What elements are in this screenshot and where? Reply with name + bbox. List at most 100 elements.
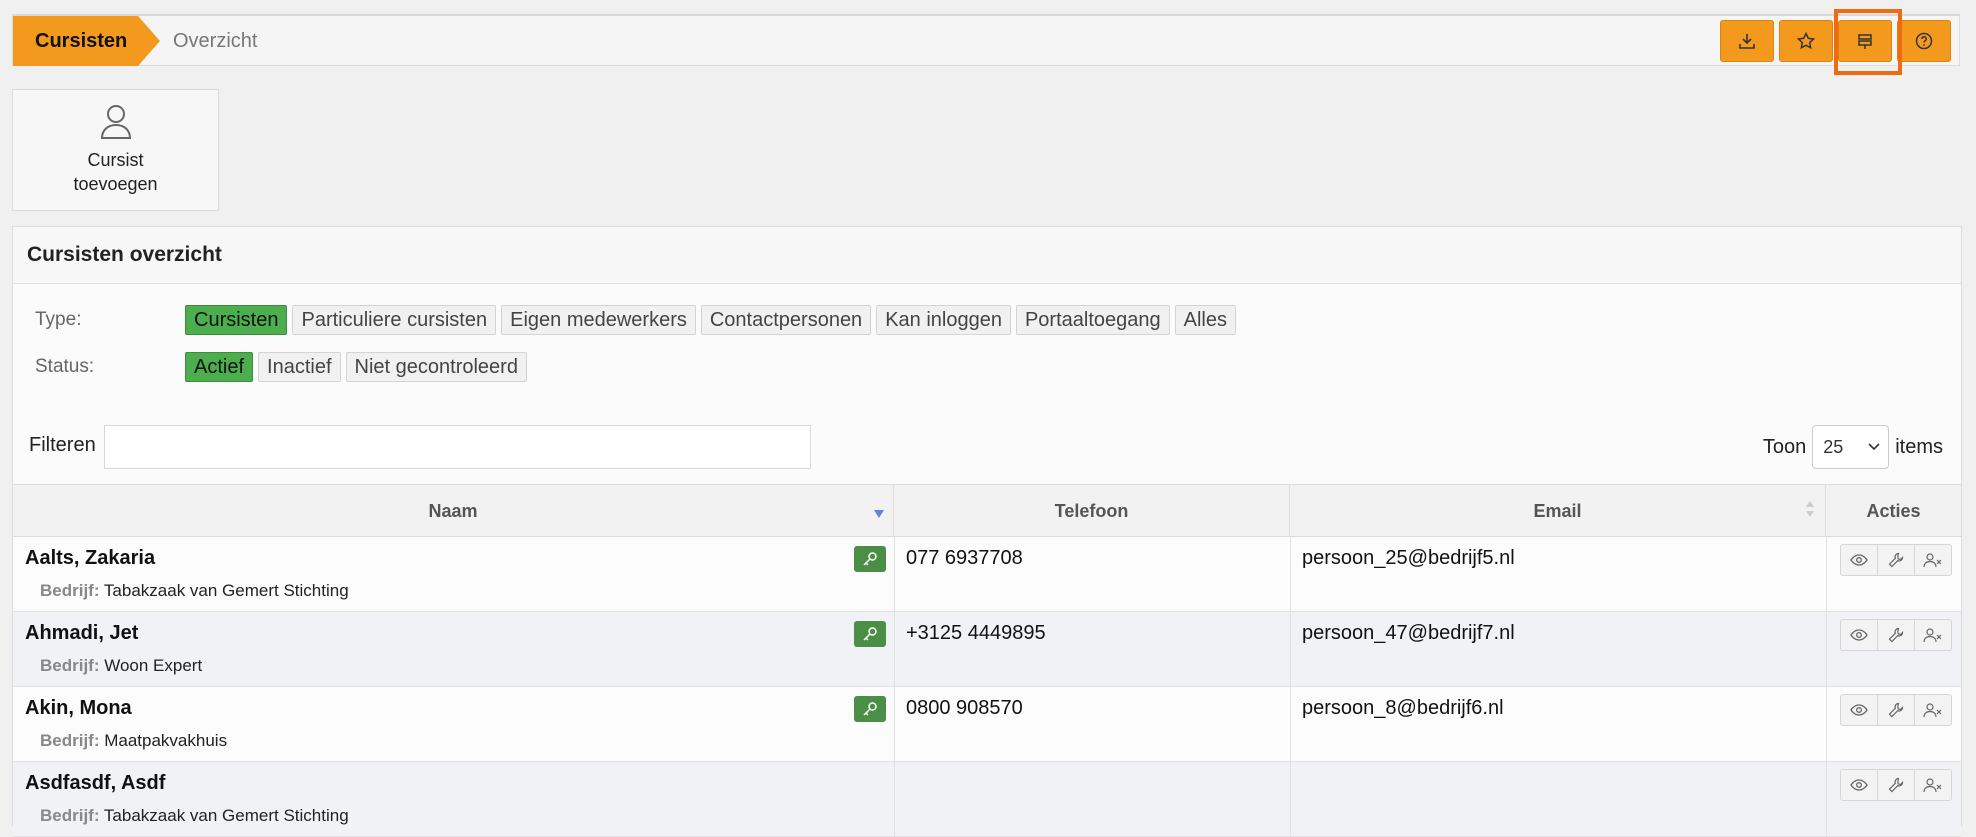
login-key-button[interactable] xyxy=(854,546,886,572)
row-actions xyxy=(1840,619,1952,651)
table-header: Naam Telefoon Email Acties xyxy=(13,484,1961,537)
column-header-telefoon[interactable]: Telefoon xyxy=(894,485,1290,537)
deactivate-button[interactable] xyxy=(1915,545,1951,575)
row-email: persoon_25@bedrijf5.nl xyxy=(1302,547,1515,569)
user-remove-icon xyxy=(1923,628,1942,643)
eye-icon xyxy=(1850,704,1868,716)
row-name[interactable]: Ahmadi, Jet xyxy=(25,622,138,645)
key-icon xyxy=(863,627,877,641)
column-header-naam[interactable]: Naam xyxy=(13,485,894,537)
table-row: Asdfasdf, Asdf Bedrijf: Tabakzaak van Ge… xyxy=(13,762,1961,837)
add-cursist-button[interactable]: Cursist toevoegen xyxy=(12,89,219,211)
eye-icon xyxy=(1850,554,1868,566)
page-size-control: Toon 25 items xyxy=(1763,425,1943,469)
sort-both-icon xyxy=(1806,501,1814,517)
view-button[interactable] xyxy=(1841,770,1878,800)
company-key: Bedrijf: xyxy=(40,581,100,600)
eye-icon xyxy=(1850,629,1868,641)
wrench-icon xyxy=(1888,777,1904,793)
breadcrumb-cursisten[interactable]: Cursisten xyxy=(13,16,138,66)
favorite-button[interactable] xyxy=(1779,20,1833,62)
row-phone: +3125 4449895 xyxy=(906,622,1046,644)
cell-divider xyxy=(894,687,895,761)
top-bar: Cursisten Overzicht xyxy=(12,14,1960,66)
cell-divider xyxy=(894,537,895,611)
row-name[interactable]: Asdfasdf, Asdf xyxy=(25,772,165,795)
status-label: Status: xyxy=(35,356,95,377)
status-filter-row: Status: Actief Inactief Niet gecontrolee… xyxy=(35,352,532,382)
row-phone: 077 6937708 xyxy=(906,547,1023,569)
wrench-icon xyxy=(1888,627,1904,643)
status-chip-actief[interactable]: Actief xyxy=(185,352,254,382)
help-button[interactable] xyxy=(1897,20,1951,62)
edit-button[interactable] xyxy=(1878,770,1915,800)
status-chip-niet-gecontroleerd[interactable]: Niet gecontroleerd xyxy=(345,352,527,382)
download-button[interactable] xyxy=(1720,20,1774,62)
page-size-select[interactable]: 25 xyxy=(1812,425,1890,469)
row-name[interactable]: Akin, Mona xyxy=(25,697,132,720)
breadcrumb-main-label: Cursisten xyxy=(35,29,128,52)
login-key-button[interactable] xyxy=(854,621,886,647)
star-icon xyxy=(1796,31,1816,50)
company-key: Bedrijf: xyxy=(40,806,100,825)
company-key: Bedrijf: xyxy=(40,731,100,750)
user-remove-icon xyxy=(1923,553,1942,568)
company-value: Maatpakvakhuis xyxy=(104,731,228,750)
cell-divider xyxy=(1826,762,1827,836)
panel-title: Cursisten overzicht xyxy=(13,227,1961,284)
download-icon xyxy=(1739,34,1755,49)
add-cursist-label: Cursist toevoegen xyxy=(73,148,157,196)
user-icon xyxy=(100,105,131,139)
view-button[interactable] xyxy=(1841,545,1878,575)
table-row: Aalts, Zakaria Bedrijf: Tabakzaak van Ge… xyxy=(13,537,1961,612)
deactivate-button[interactable] xyxy=(1915,695,1951,725)
breadcrumb-overzicht: Overzicht xyxy=(173,16,257,66)
deactivate-button[interactable] xyxy=(1915,620,1951,650)
column-header-email[interactable]: Email xyxy=(1290,485,1826,537)
page-size-value: 25 xyxy=(1823,436,1844,457)
edit-button[interactable] xyxy=(1878,545,1915,575)
cell-divider xyxy=(1826,687,1827,761)
login-key-button[interactable] xyxy=(854,696,886,722)
status-chip-inactief[interactable]: Inactief xyxy=(258,352,341,382)
user-remove-icon xyxy=(1923,778,1942,793)
cursisten-panel: Cursisten overzicht Type: Cursisten Part… xyxy=(12,226,1962,837)
company-key: Bedrijf: xyxy=(40,656,100,675)
row-company: Bedrijf: Woon Expert xyxy=(40,656,202,676)
table-row: Akin, Mona Bedrijf: Maatpakvakhuis 0800 … xyxy=(13,687,1961,762)
cell-divider xyxy=(894,762,895,836)
filter-label: Filteren xyxy=(29,434,96,456)
filter-input[interactable] xyxy=(104,425,811,469)
column-header-acties-label: Acties xyxy=(1866,500,1921,521)
row-company: Bedrijf: Tabakzaak van Gemert Stichting xyxy=(40,581,349,601)
key-icon xyxy=(863,702,877,716)
row-actions xyxy=(1840,694,1952,726)
chevron-down-icon xyxy=(1868,443,1880,451)
type-chip-contactpersonen[interactable]: Contactpersonen xyxy=(700,305,872,335)
cell-divider xyxy=(1290,687,1291,761)
type-chip-cursisten[interactable]: Cursisten xyxy=(185,305,288,335)
type-chip-eigen-medewerkers[interactable]: Eigen medewerkers xyxy=(501,305,696,335)
type-chip-alles[interactable]: Alles xyxy=(1174,305,1236,335)
table-row: Ahmadi, Jet Bedrijf: Woon Expert +3125 4… xyxy=(13,612,1961,687)
column-header-email-label: Email xyxy=(1533,500,1582,521)
key-icon xyxy=(863,552,877,566)
breadcrumb-arrow xyxy=(138,16,160,66)
type-label: Type: xyxy=(35,309,82,330)
type-chip-portaaltoegang[interactable]: Portaaltoegang xyxy=(1015,305,1170,335)
type-chip-kan-inloggen[interactable]: Kan inloggen xyxy=(876,305,1011,335)
edit-button[interactable] xyxy=(1878,695,1915,725)
deactivate-button[interactable] xyxy=(1915,770,1951,800)
wrench-icon xyxy=(1888,552,1904,568)
view-button[interactable] xyxy=(1841,695,1878,725)
cell-divider xyxy=(1826,537,1827,611)
show-label: Toon xyxy=(1762,435,1807,458)
row-company: Bedrijf: Tabakzaak van Gemert Stichting xyxy=(40,806,349,826)
user-remove-icon xyxy=(1923,703,1942,718)
edit-button[interactable] xyxy=(1878,620,1915,650)
view-button[interactable] xyxy=(1841,620,1878,650)
row-name[interactable]: Aalts, Zakaria xyxy=(25,547,155,570)
items-label: items xyxy=(1895,435,1943,458)
add-cursist-label-line2: toevoegen xyxy=(73,174,158,194)
type-chip-particuliere[interactable]: Particuliere cursisten xyxy=(292,305,497,335)
